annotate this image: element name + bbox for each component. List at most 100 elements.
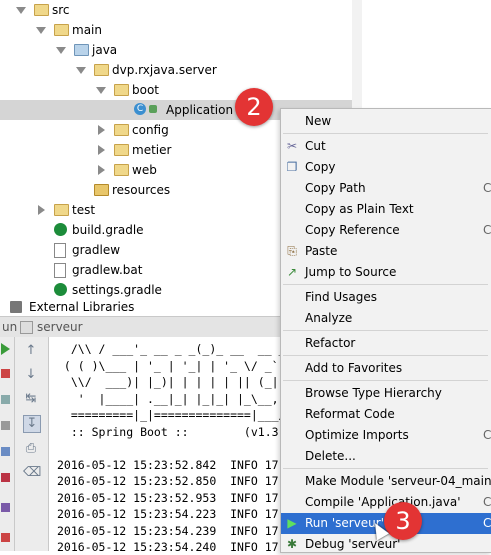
pin-icon[interactable] bbox=[1, 503, 10, 512]
menu-item-analyze[interactable]: Analyze bbox=[281, 308, 491, 329]
jump-icon: ↗ bbox=[286, 265, 298, 279]
tree-item-label: resources bbox=[112, 183, 171, 197]
menu-item-browse-type-hierarchy[interactable]: Browse Type Hierarchy bbox=[281, 383, 491, 404]
package-icon bbox=[114, 84, 129, 96]
run-tab-label[interactable]: serveur bbox=[37, 317, 83, 337]
tree-item-label: config bbox=[132, 123, 169, 137]
tree-item-label: src bbox=[52, 3, 70, 17]
expand-arrow-icon[interactable] bbox=[56, 47, 66, 54]
menu-item-cut[interactable]: ✂ Cut bbox=[281, 136, 491, 157]
context-menu: New ✂ Cut ❐ Copy Copy Path C Copy as Plain Text… bbox=[280, 108, 491, 553]
tree-item-label: Application bbox=[166, 103, 234, 117]
runnable-icon bbox=[149, 105, 157, 113]
collapse-arrow-icon[interactable] bbox=[38, 205, 45, 215]
tree-item-main[interactable]: main bbox=[0, 20, 362, 40]
restore-layout-icon[interactable] bbox=[1, 447, 10, 456]
camera-icon[interactable] bbox=[1, 421, 10, 430]
resources-folder-icon bbox=[94, 184, 109, 196]
menu-item-find-usages[interactable]: Find Usages bbox=[281, 287, 491, 308]
expand-arrow-icon[interactable] bbox=[76, 67, 86, 74]
menu-item-shortcut: C bbox=[483, 181, 491, 195]
menu-item-label: Copy Path bbox=[305, 181, 366, 195]
tree-item-label: boot bbox=[132, 83, 160, 97]
run-icon: ▶ bbox=[287, 516, 297, 530]
stop-icon[interactable] bbox=[1, 369, 10, 378]
menu-item-debug-serveur[interactable]: ✱ Debug 'serveur' bbox=[281, 534, 491, 555]
menu-item-label: Make Module 'serveur-04_main' bbox=[305, 474, 491, 488]
scroll-to-end-icon[interactable]: ↧ bbox=[23, 415, 41, 433]
close-run-icon[interactable] bbox=[1, 533, 10, 542]
external-libraries-label: External Libraries bbox=[29, 300, 135, 314]
expand-arrow-icon[interactable] bbox=[16, 7, 26, 14]
folder-icon bbox=[54, 24, 69, 36]
clear-all-icon[interactable]: ⌫ bbox=[23, 465, 41, 481]
menu-item-refactor[interactable]: Refactor bbox=[281, 333, 491, 354]
rerun-icon[interactable] bbox=[1, 343, 10, 355]
menu-item-reformat-code[interactable]: Reformat Code bbox=[281, 404, 491, 425]
console-line: 2016-05-12 15:23:52.842 INFO 17 bbox=[57, 457, 279, 472]
console-line: 2016-05-12 15:23:52.953 INFO 17 bbox=[57, 490, 279, 505]
menu-item-jump-to-source[interactable]: ↗ Jump to Source bbox=[281, 262, 491, 283]
tree-item-boot[interactable]: boot bbox=[0, 80, 362, 100]
menu-item-label: Analyze bbox=[305, 311, 353, 325]
scroll-down-icon[interactable]: ↓ bbox=[23, 367, 39, 383]
scissors-icon: ✂ bbox=[286, 139, 298, 153]
tree-item-label: main bbox=[72, 23, 102, 37]
tree-item-dvp-rxjava-server[interactable]: dvp.rxjava.server bbox=[0, 60, 362, 80]
menu-item-new[interactable]: New bbox=[281, 111, 491, 132]
print-icon[interactable]: ⎙ bbox=[23, 441, 39, 457]
menu-separator bbox=[283, 468, 488, 469]
menu-item-delete[interactable]: Delete... bbox=[281, 446, 491, 467]
menu-item-label: Optimize Imports bbox=[305, 428, 409, 442]
menu-separator bbox=[283, 133, 488, 134]
menu-item-optimize-imports[interactable]: Optimize Imports C bbox=[281, 425, 491, 446]
menu-item-copy-as-plain-text[interactable]: Copy as Plain Text bbox=[281, 199, 491, 220]
run-console-toolbar: ↑ ↓ ↹ ↧ ⎙ ⌫ bbox=[15, 337, 49, 551]
close-icon[interactable] bbox=[1, 473, 10, 482]
expand-arrow-icon[interactable] bbox=[96, 87, 106, 94]
menu-item-label: Find Usages bbox=[305, 290, 378, 304]
external-libraries-item[interactable]: External Libraries bbox=[0, 298, 280, 316]
soft-wrap-icon[interactable]: ↹ bbox=[23, 391, 39, 407]
menu-item-copy[interactable]: ❐ Copy bbox=[281, 157, 491, 178]
menu-item-label: Paste bbox=[305, 244, 338, 258]
run-tab-prefix: un bbox=[2, 320, 18, 334]
gradle-icon bbox=[54, 223, 67, 236]
collapse-arrow-icon[interactable] bbox=[98, 165, 105, 175]
menu-separator bbox=[283, 330, 488, 331]
menu-item-label: Delete... bbox=[305, 449, 356, 463]
tree-item-label: gradlew bbox=[72, 243, 121, 257]
tree-item-src[interactable]: src bbox=[0, 0, 362, 20]
menu-item-copy-reference[interactable]: Copy Reference Ctrl+A bbox=[281, 220, 491, 241]
folder-icon bbox=[54, 204, 69, 216]
menu-item-label: Refactor bbox=[305, 336, 356, 350]
step-badge-3: 3 bbox=[384, 502, 422, 540]
menu-item-label: Reformat Code bbox=[305, 407, 395, 421]
menu-item-shortcut: Ct bbox=[483, 495, 491, 509]
menu-item-label: Copy bbox=[305, 160, 336, 174]
collapse-arrow-icon[interactable] bbox=[98, 125, 105, 135]
tree-item-java[interactable]: java bbox=[0, 40, 362, 60]
menu-item-label: Cut bbox=[305, 139, 326, 153]
menu-item-add-to-favorites[interactable]: Add to Favorites bbox=[281, 358, 491, 379]
menu-separator bbox=[283, 380, 488, 381]
debug-icon: ✱ bbox=[286, 537, 298, 551]
menu-item-make-module-serveur-04-main[interactable]: Make Module 'serveur-04_main' bbox=[281, 471, 491, 492]
run-left-toolbar bbox=[0, 337, 15, 551]
menu-item-label: Browse Type Hierarchy bbox=[305, 386, 442, 400]
scroll-up-icon[interactable]: ↑ bbox=[23, 343, 39, 359]
file-icon bbox=[54, 243, 66, 258]
expand-arrow-icon[interactable] bbox=[36, 27, 46, 34]
package-icon bbox=[114, 144, 129, 156]
menu-item-label: Jump to Source bbox=[305, 265, 397, 279]
file-icon bbox=[54, 263, 66, 278]
suspend-icon[interactable] bbox=[1, 395, 10, 404]
menu-item-label: Debug 'serveur' bbox=[305, 537, 401, 551]
menu-item-copy-path[interactable]: Copy Path C bbox=[281, 178, 491, 199]
collapse-arrow-icon[interactable] bbox=[98, 145, 105, 155]
console-line: ' |____| .__|_| |_|_| |_\__, bbox=[57, 391, 279, 406]
menu-item-paste[interactable]: ⎘ Paste bbox=[281, 241, 491, 262]
run-tab-bar: un serveur bbox=[0, 316, 280, 338]
menu-item-label: New bbox=[305, 114, 332, 128]
run-console-output[interactable]: /\\ / ___'_ __ _ _(_)_ __ __ _ ( ( )\___… bbox=[49, 337, 281, 551]
